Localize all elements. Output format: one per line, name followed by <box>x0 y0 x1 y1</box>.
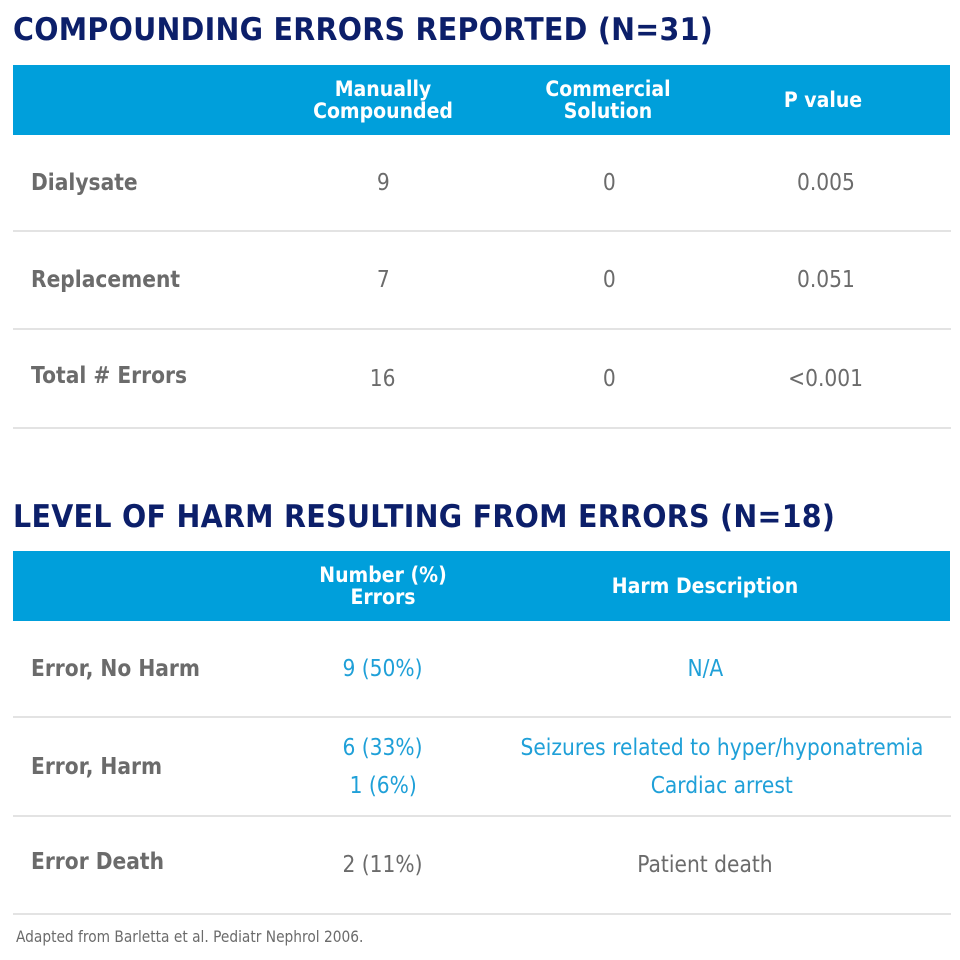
harm-description: Patient death <box>637 852 773 878</box>
harm-description: N/A <box>687 655 723 682</box>
source-footnote: Adapted from Barletta et al. Pediatr Nep… <box>16 927 364 946</box>
row-label: Dialysate <box>31 169 138 196</box>
compounding-errors-header: Manually Compounded Commercial Solution … <box>13 65 950 135</box>
header-commercial-solution: Commercial Solution <box>518 65 698 135</box>
header-number-line1: Number (%) <box>319 563 447 587</box>
p-value: <0.001 <box>788 365 864 392</box>
commercial-value: 0 <box>602 169 616 196</box>
header-manual-line2: Compounded <box>313 99 453 123</box>
row-label: Error Death <box>31 849 165 875</box>
header-number-errors: Number (%) Errors <box>293 551 473 621</box>
manual-value: 9 <box>376 169 390 196</box>
table-row-error-no-harm: Error, No Harm 9 (50%) N/A <box>13 621 951 718</box>
harm-description: Seizures related to hyper/hyponatremia <box>520 734 924 761</box>
header-p-value: P value <box>783 88 863 112</box>
header-commercial-line1: Commercial <box>545 77 671 101</box>
manual-value: 16 <box>370 365 396 392</box>
table-row-total-errors: Total # Errors 16 0 <0.001 <box>13 330 951 429</box>
table-row-error-harm: Error, Harm 6 (33%) 1 (6%) Seizures rela… <box>13 718 951 817</box>
row-label: Total # Errors <box>31 362 188 389</box>
p-value: 0.005 <box>797 169 855 196</box>
compounding-errors-title: COMPOUNDING ERRORS REPORTED (N=31) <box>13 12 714 48</box>
number-value: 2 (11%) <box>342 852 424 878</box>
number-value: 6 (33%) <box>342 734 424 761</box>
header-manually-compounded: Manually Compounded <box>293 65 473 135</box>
header-harm-description: Harm Description <box>611 574 799 598</box>
level-of-harm-title: LEVEL OF HARM RESULTING FROM ERRORS (N=1… <box>13 499 836 535</box>
header-commercial-line2: Solution <box>563 99 653 123</box>
commercial-value: 0 <box>602 365 616 392</box>
table-row-dialysate: Dialysate 9 0 0.005 <box>13 135 951 232</box>
p-value: 0.051 <box>797 267 855 293</box>
manual-value: 7 <box>376 267 390 293</box>
number-value: 1 (6%) <box>349 772 417 799</box>
table-row-error-death: Error Death 2 (11%) Patient death <box>13 817 951 915</box>
table-row-replacement: Replacement 7 0 0.051 <box>13 232 951 330</box>
level-of-harm-header: Number (%) Errors Harm Description <box>13 551 950 621</box>
number-value: 9 (50%) <box>342 655 424 682</box>
row-label: Error, Harm <box>31 753 163 780</box>
header-number-line2: Errors <box>350 585 416 609</box>
row-label: Error, No Harm <box>31 655 201 682</box>
row-label: Replacement <box>31 267 181 293</box>
harm-descriptions: Seizures related to hyper/hyponatremia C… <box>520 718 924 815</box>
number-values: 6 (33%) 1 (6%) <box>283 718 483 815</box>
commercial-value: 0 <box>602 267 616 293</box>
harm-description: Cardiac arrest <box>650 772 794 799</box>
header-manual-line1: Manually <box>334 77 432 101</box>
